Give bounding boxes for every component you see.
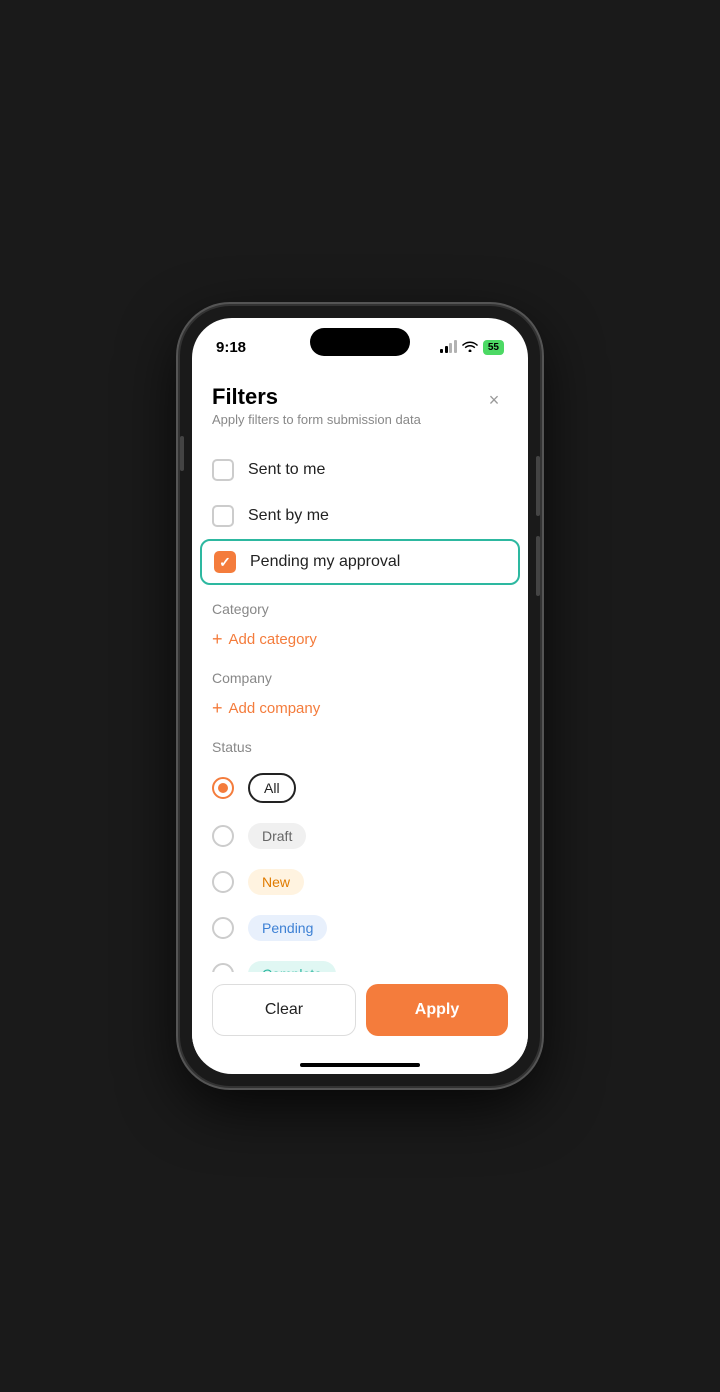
filter-header: Filters Apply filters to form submission… (212, 384, 508, 427)
add-company-label: Add company (229, 700, 321, 717)
category-label: Category (212, 601, 508, 617)
close-button[interactable]: × (480, 386, 508, 414)
dynamic-island (310, 328, 410, 356)
status-option-pending[interactable]: Pending (212, 905, 508, 951)
radio-complete[interactable] (212, 963, 234, 972)
filters-subtitle: Apply filters to form submission data (212, 412, 480, 427)
checkbox-sent-by-me-box[interactable] (212, 505, 234, 527)
apply-button[interactable]: Apply (366, 984, 508, 1036)
home-bar (300, 1063, 420, 1067)
radio-all[interactable] (212, 777, 234, 799)
company-label: Company (212, 670, 508, 686)
status-badge-new: New (248, 869, 304, 895)
radio-pending[interactable] (212, 917, 234, 939)
status-option-new[interactable]: New (212, 859, 508, 905)
clear-button[interactable]: Clear (212, 984, 356, 1036)
status-icons: 55 (440, 340, 504, 355)
add-company-button[interactable]: + Add company (212, 694, 508, 723)
checkbox-sent-to-me-label: Sent to me (248, 461, 325, 479)
status-badge-pending: Pending (248, 915, 327, 941)
battery-indicator: 55 (483, 340, 504, 355)
status-label: Status (212, 739, 508, 755)
checkbox-sent-to-me-box[interactable] (212, 459, 234, 481)
add-category-plus-icon: + (212, 629, 223, 650)
home-indicator (192, 1056, 528, 1074)
checkbox-pending-approval[interactable]: Pending my approval (200, 539, 520, 585)
add-company-plus-icon: + (212, 698, 223, 719)
status-time: 9:18 (216, 339, 246, 356)
status-badge-all: All (248, 773, 296, 803)
checkbox-sent-by-me-label: Sent by me (248, 507, 329, 525)
checkbox-sent-by-me[interactable]: Sent by me (212, 493, 508, 539)
add-category-button[interactable]: + Add category (212, 625, 508, 654)
radio-draft[interactable] (212, 825, 234, 847)
wifi-icon (462, 340, 478, 355)
status-option-draft[interactable]: Draft (212, 813, 508, 859)
radio-new[interactable] (212, 871, 234, 893)
status-option-all[interactable]: All (212, 763, 508, 813)
signal-icon (440, 341, 457, 353)
filters-title: Filters (212, 384, 480, 410)
status-option-complete[interactable]: Complete (212, 951, 508, 972)
header-text: Filters Apply filters to form submission… (212, 384, 480, 427)
status-badge-complete: Complete (248, 961, 336, 972)
checkbox-sent-to-me[interactable]: Sent to me (212, 447, 508, 493)
bottom-bar: Clear Apply (192, 972, 528, 1056)
checkbox-pending-approval-label: Pending my approval (250, 553, 400, 571)
filter-content: Filters Apply filters to form submission… (192, 368, 528, 972)
checkbox-pending-approval-box[interactable] (214, 551, 236, 573)
status-badge-draft: Draft (248, 823, 306, 849)
add-category-label: Add category (229, 631, 317, 648)
